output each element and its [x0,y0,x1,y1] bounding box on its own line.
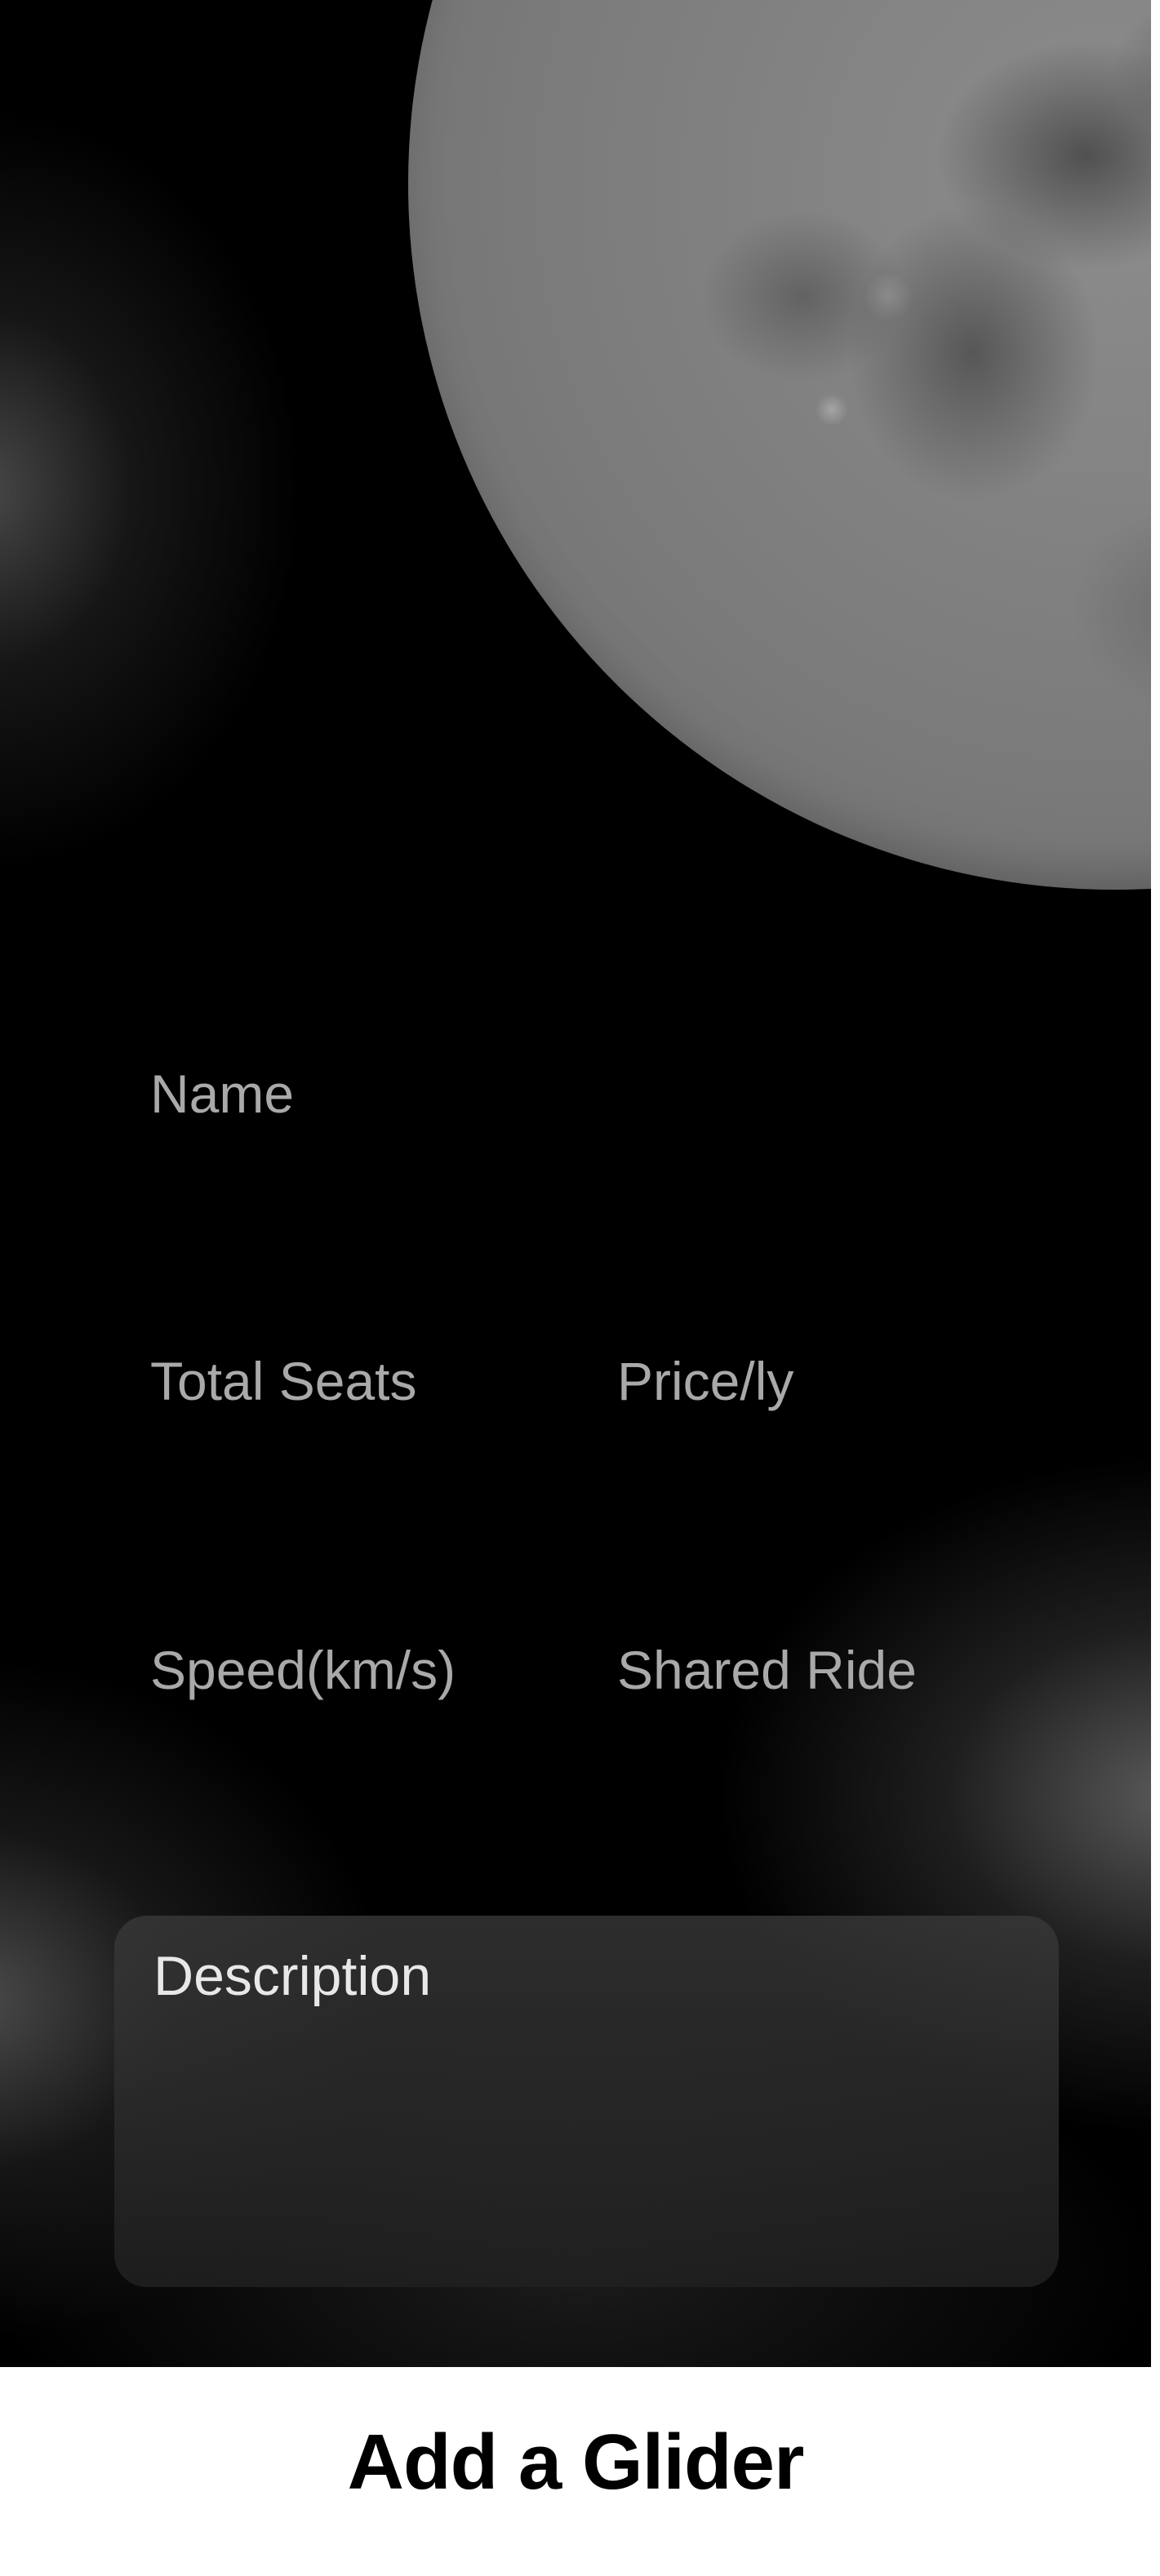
glider-form-screen: Name Total Seats Price/ly Speed(km/s) Sh… [0,0,1151,2367]
add-glider-bar[interactable]: Add a Glider [0,2367,1151,2576]
total-seats-field[interactable]: Total Seats [150,1348,417,1414]
add-glider-button[interactable]: Add a Glider [0,2418,1151,2507]
speed-field[interactable]: Speed(km/s) [150,1637,456,1703]
description-field[interactable]: Description [114,1916,1059,2287]
description-placeholder: Description [153,1945,432,2007]
price-field[interactable]: Price/ly [617,1348,793,1414]
name-field[interactable]: Name [150,1061,294,1126]
moon-image [408,0,1151,890]
shared-ride-field[interactable]: Shared Ride [617,1637,917,1703]
